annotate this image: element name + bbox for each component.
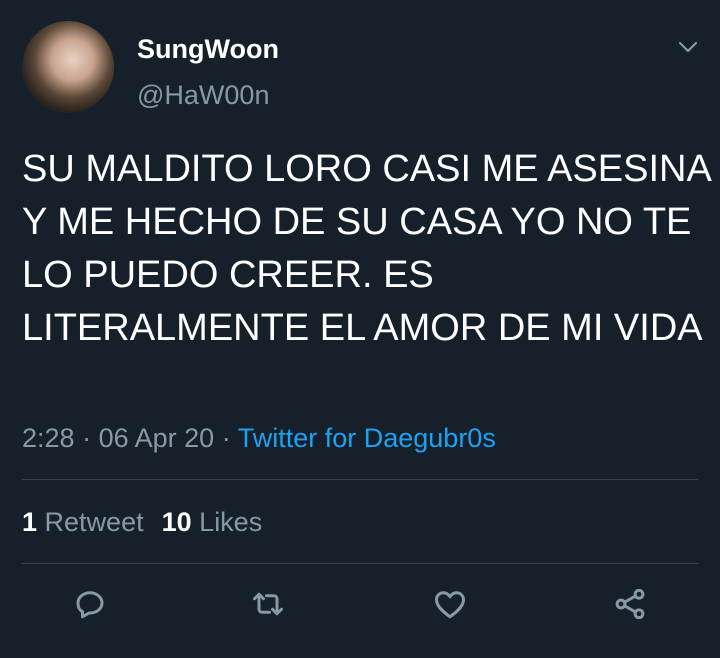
user-handle[interactable]: @HaW00n xyxy=(137,78,269,112)
retweet-icon xyxy=(253,592,283,616)
retweets-stat[interactable]: 1 Retweet xyxy=(22,507,144,537)
tweet-text: SU MALDITO LORO CASI ME ASESINA Y ME HEC… xyxy=(22,148,710,349)
tweet-meta: 2:28 · 06 Apr 20 · Twitter for Daegubr0s xyxy=(22,421,496,455)
avatar[interactable] xyxy=(22,21,114,113)
reply-button[interactable] xyxy=(70,584,110,624)
heart-icon xyxy=(435,591,465,619)
tweet-date: 06 Apr 20 xyxy=(98,423,215,453)
meta-separator: · xyxy=(82,423,92,453)
display-name[interactable]: SungWoon xyxy=(137,32,279,66)
retweets-count: 1 xyxy=(22,507,38,537)
likes-label: Likes xyxy=(199,507,263,537)
retweet-button[interactable] xyxy=(248,584,288,624)
meta-separator: · xyxy=(221,423,231,453)
divider xyxy=(22,479,698,480)
tweet-time: 2:28 xyxy=(22,423,75,453)
like-button[interactable] xyxy=(430,584,470,624)
chevron-down-icon[interactable] xyxy=(676,35,700,59)
reply-icon xyxy=(76,591,104,619)
share-icon xyxy=(615,588,645,620)
likes-stat[interactable]: 10 Likes xyxy=(162,507,263,537)
divider xyxy=(22,563,698,564)
share-button[interactable] xyxy=(610,584,650,624)
tweet-stats: 1 Retweet 10 Likes xyxy=(22,505,262,539)
likes-count: 10 xyxy=(161,507,192,537)
tweet-source-link[interactable]: Twitter for Daegubr0s xyxy=(238,423,496,453)
retweets-label: Retweet xyxy=(44,507,144,537)
